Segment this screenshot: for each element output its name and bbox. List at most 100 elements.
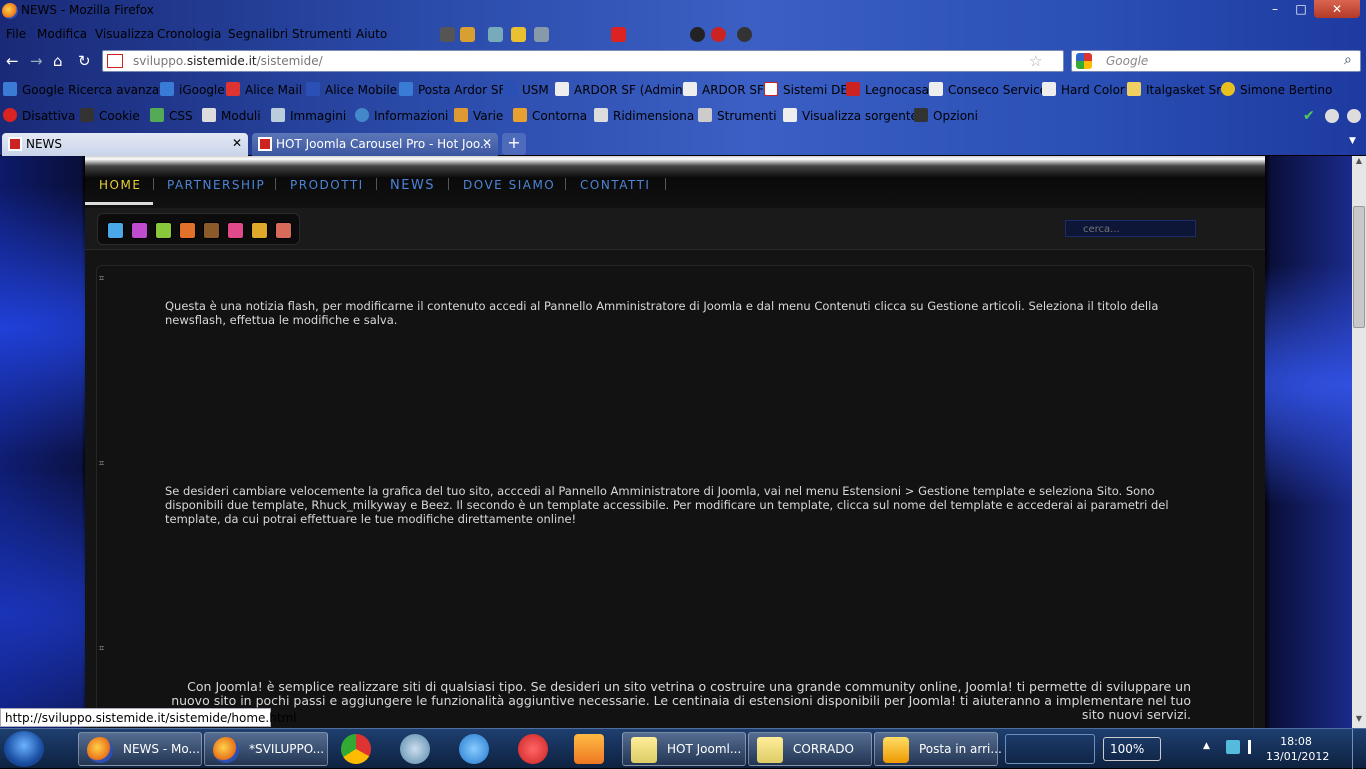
dev-disattiva[interactable]: Disattiva	[3, 108, 75, 123]
bookmark-item[interactable]: Hard Color	[1042, 82, 1125, 97]
dev-immagini[interactable]: Immagini	[271, 108, 346, 123]
close-tab-icon[interactable]: ✕	[232, 136, 242, 150]
swatch-brown[interactable]	[203, 222, 220, 239]
signal-strength-icon[interactable]	[1005, 734, 1095, 764]
nav-contatti[interactable]: CONTATTI	[580, 178, 650, 192]
dev-strumenti[interactable]: Strumenti	[698, 108, 777, 123]
dev-moduli[interactable]: Moduli	[202, 108, 261, 123]
battery-indicator[interactable]: 100%	[1103, 737, 1161, 761]
swatch-salmon[interactable]	[275, 222, 292, 239]
minimize-button[interactable]: –	[1262, 0, 1288, 18]
toolbar-tool-icon[interactable]	[511, 27, 526, 42]
nav-prodotti[interactable]: PRODOTTI	[290, 178, 364, 192]
menu-visualizza[interactable]: Visualizza	[95, 27, 154, 41]
url-bar[interactable]: sviluppo.sistemide.it/sistemide/ ☆	[102, 50, 1064, 72]
bookmark-item[interactable]: Alice Mobile	[306, 82, 397, 97]
bookmark-star-icon[interactable]: ☆	[1029, 52, 1042, 70]
bookmark-label: Conseco Service	[948, 83, 1048, 97]
dev-informazioni[interactable]: Informazioni	[355, 108, 448, 123]
bookmark-item[interactable]: iGoogle	[160, 82, 225, 97]
dev-ridimensiona[interactable]: Ridimensiona	[594, 108, 694, 123]
scroll-thumb[interactable]	[1353, 206, 1365, 328]
dropbox-icon[interactable]	[1226, 740, 1240, 754]
bookmark-item[interactable]: Conseco Service	[929, 82, 1047, 97]
bookmark-item[interactable]: Posta Ardor SF	[399, 82, 505, 97]
close-window-button[interactable]: ✕	[1314, 0, 1360, 18]
menu-file[interactable]: File	[6, 27, 26, 41]
site-search-input[interactable]	[1065, 220, 1196, 237]
menu-strumenti[interactable]: Strumenti	[292, 27, 352, 41]
settings-gear-icon[interactable]	[440, 27, 455, 42]
network-icon[interactable]	[488, 27, 503, 42]
network-bars-icon[interactable]	[1248, 740, 1262, 754]
taskbar-item-folder-hot-joomla[interactable]: HOT Jooml...	[622, 732, 746, 766]
nav-news[interactable]: NEWS	[390, 178, 435, 193]
swatch-green[interactable]	[155, 222, 172, 239]
reload-icon[interactable]: ↻	[78, 52, 91, 70]
bookmark-item[interactable]: Alice Mail	[226, 82, 302, 97]
swatch-blue[interactable]	[107, 222, 124, 239]
internet-explorer-icon[interactable]	[459, 734, 489, 764]
dev-varie[interactable]: Varie	[454, 108, 503, 123]
nav-partnership[interactable]: PARTNERSHIP	[167, 178, 265, 192]
dev-contorna[interactable]: Contorna	[513, 108, 587, 123]
chrome-icon[interactable]	[341, 734, 371, 764]
bookmark-item[interactable]: USM	[503, 82, 549, 97]
media-player-icon[interactable]	[574, 734, 604, 764]
swatch-yellow[interactable]	[251, 222, 268, 239]
show-desktop-button[interactable]	[1352, 729, 1366, 769]
back-icon[interactable]: ←	[6, 52, 19, 70]
bookmark-item[interactable]: Legnocasa	[846, 82, 929, 97]
dev-sorgente[interactable]: Visualizza sorgente	[783, 108, 918, 123]
scroll-up-icon[interactable]: ▲	[1352, 156, 1366, 170]
chat-icon[interactable]	[690, 27, 705, 42]
system-clock[interactable]: 18:08 13/01/2012	[1266, 734, 1329, 764]
taskbar-item-outlook[interactable]: Posta in arri...	[874, 732, 1002, 766]
adblock-icon[interactable]	[711, 27, 726, 42]
dev-opzioni[interactable]: Opzioni	[914, 108, 978, 123]
bookmark-item[interactable]: Google Ricerca avanzata	[3, 82, 171, 97]
tab-list-chevron-icon[interactable]: ▼	[1349, 136, 1356, 146]
app-red-icon[interactable]	[518, 734, 548, 764]
menu-modifica[interactable]: Modifica	[37, 27, 87, 41]
search-icon[interactable]: ⌕	[1344, 52, 1352, 68]
google-engine-icon[interactable]	[1076, 53, 1092, 69]
swatch-pink[interactable]	[227, 222, 244, 239]
tab-news[interactable]: NEWS ✕	[2, 133, 248, 156]
bookmark-item[interactable]: Simone Bertino	[1221, 82, 1332, 97]
safari-icon[interactable]	[400, 734, 430, 764]
dev-css[interactable]: CSS	[150, 108, 193, 123]
dev-label: Varie	[473, 109, 504, 123]
taskbar-item-firefox-news[interactable]: NEWS - Mo...	[78, 732, 202, 766]
tab-hot-joomla[interactable]: HOT Joomla Carousel Pro - Hot Joo... ✕	[252, 133, 498, 156]
wrench-icon[interactable]	[534, 27, 549, 42]
sync-icon[interactable]	[737, 27, 752, 42]
nav-dove-siamo[interactable]: DOVE SIAMO	[463, 178, 555, 192]
menu-segnalibri[interactable]: Segnalibri	[228, 27, 288, 41]
taskbar-item-folder-corrado[interactable]: CORRADO	[748, 732, 872, 766]
nav-home[interactable]: HOME	[99, 178, 141, 192]
taskbar-item-firefox-sviluppo[interactable]: *SVILUPPO...	[204, 732, 328, 766]
scroll-down-icon[interactable]: ▼	[1352, 714, 1366, 728]
show-hidden-icons-icon[interactable]: ▲	[1203, 741, 1210, 751]
search-bar[interactable]: Google ⌕	[1071, 50, 1361, 72]
bookmark-item[interactable]: ARDOR SF	[683, 82, 764, 97]
extension-icon[interactable]	[460, 27, 475, 42]
close-tab-icon[interactable]: ✕	[482, 136, 492, 150]
bookmark-item[interactable]: Sistemi DE	[764, 82, 848, 97]
swatch-orange[interactable]	[179, 222, 196, 239]
swatch-purple[interactable]	[131, 222, 148, 239]
forward-icon[interactable]: →	[30, 52, 43, 70]
home-icon[interactable]: ⌂	[53, 52, 63, 70]
menu-cronologia[interactable]: Cronologia	[157, 27, 221, 41]
menu-aiuto[interactable]: Aiuto	[356, 27, 387, 41]
new-tab-button[interactable]: +	[502, 133, 526, 155]
info-icon	[355, 108, 369, 122]
bookmark-item[interactable]: Italgasket Srl	[1127, 82, 1224, 97]
bookmark-item[interactable]: ARDOR SF (Admin)	[555, 82, 687, 97]
s-addon-icon[interactable]	[611, 27, 626, 42]
vertical-scrollbar[interactable]: ▲ ▼	[1352, 156, 1366, 728]
dev-cookie[interactable]: Cookie	[80, 108, 140, 123]
start-button[interactable]	[4, 731, 44, 767]
maximize-button[interactable]: □	[1288, 0, 1314, 18]
